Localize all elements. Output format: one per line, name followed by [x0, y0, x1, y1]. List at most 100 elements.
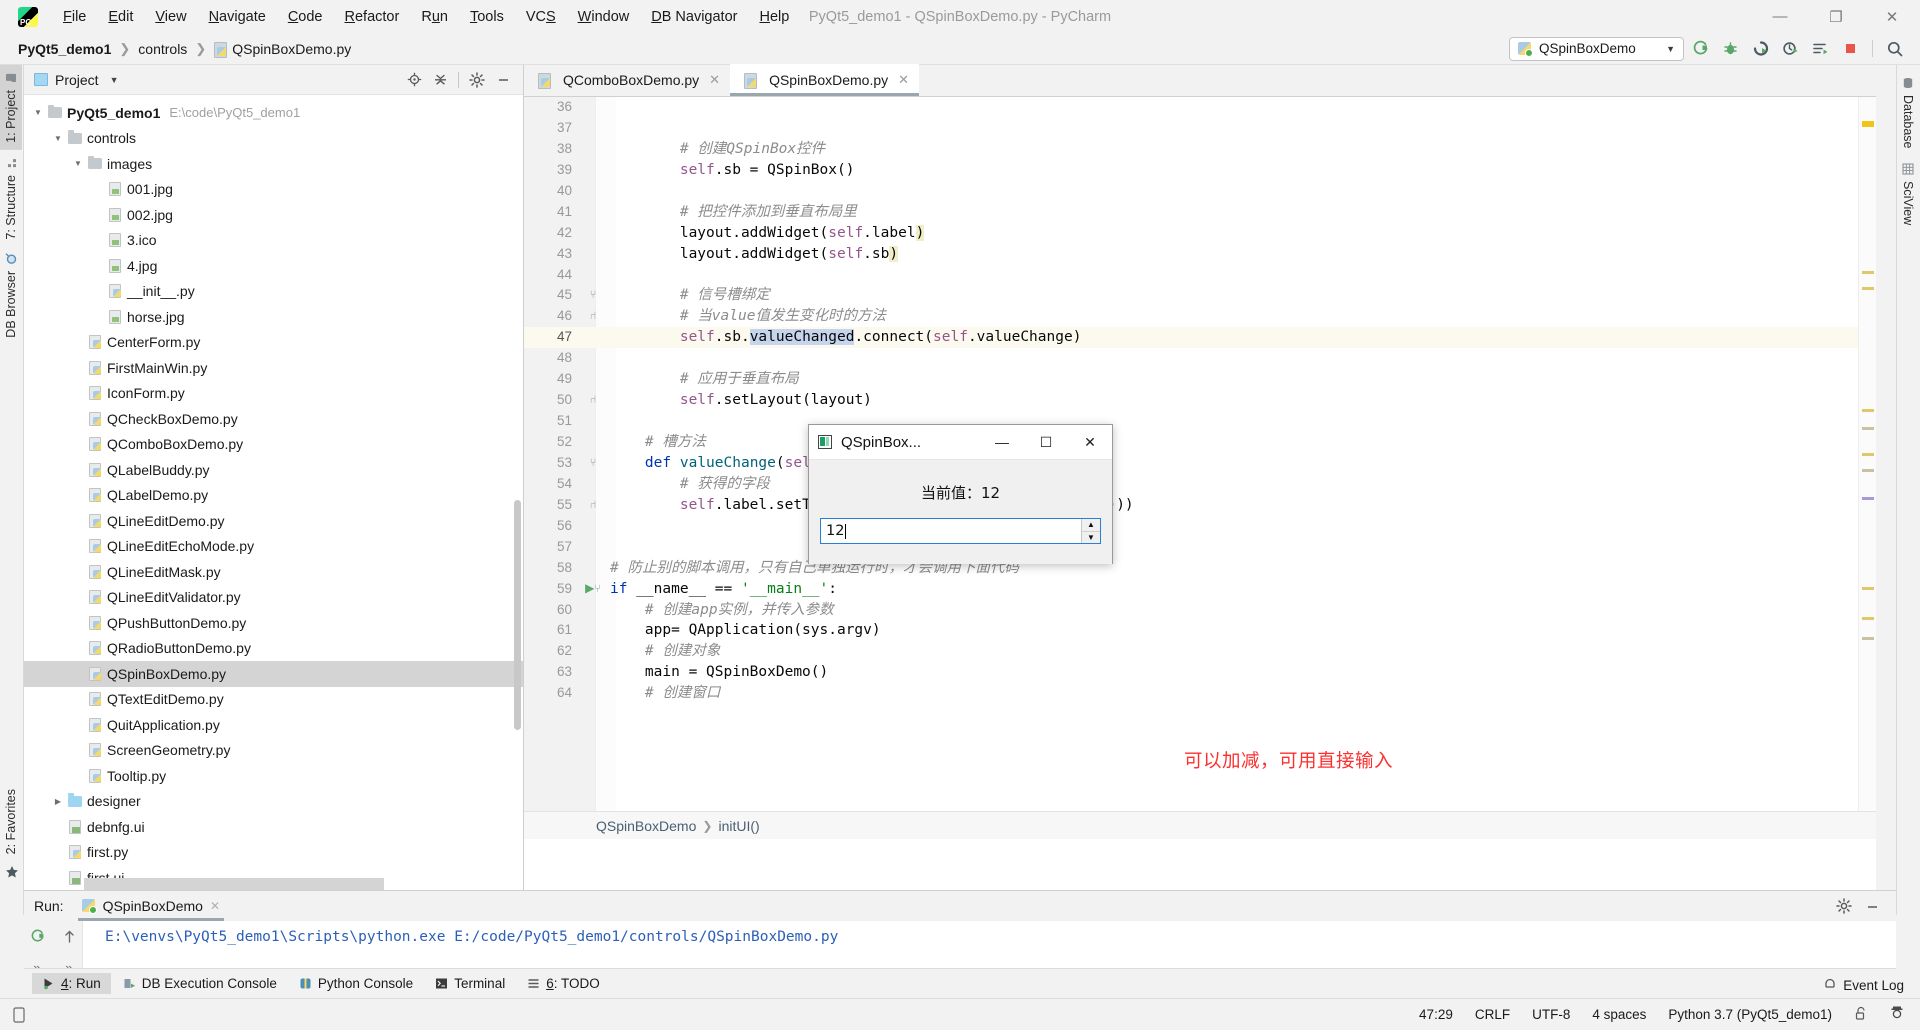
profile-button[interactable]	[1777, 36, 1804, 62]
maximize-restore-button[interactable]: ❐	[1808, 0, 1864, 33]
dialog-minimize-button[interactable]: —	[980, 425, 1024, 459]
tree-item-qlineeditdemo-py[interactable]: QLineEditDemo.py	[24, 508, 523, 534]
debug-button[interactable]	[1717, 36, 1744, 62]
sidebar-item-db-browser[interactable]: DB Browser	[0, 246, 22, 345]
tree-item-init-py[interactable]: __init__.py	[24, 279, 523, 305]
code-line-39[interactable]: 39 self.sb = QSpinBox()	[524, 160, 1876, 181]
inspector-icon[interactable]	[1890, 1005, 1904, 1024]
dialog-close-button[interactable]: ✕	[1068, 425, 1112, 459]
hide-panel-icon[interactable]	[1860, 894, 1884, 918]
phone-layout-icon[interactable]	[12, 1006, 26, 1023]
code-line-52[interactable]: 52 # 槽方法	[524, 432, 1876, 453]
menu-navigate[interactable]: Navigate	[198, 6, 277, 28]
code-editor[interactable]: 36 37 38 # 创建QSpinBox控件 39 self.sb = QSpinB…	[524, 97, 1876, 839]
breadcrumb-project[interactable]: PyQt5_demo1	[14, 39, 115, 59]
fold-marker[interactable]: ▶⑂	[582, 578, 604, 600]
breadcrumb-controls[interactable]: controls	[134, 39, 191, 59]
code-line-37[interactable]: 37	[524, 118, 1876, 139]
tree-item-qlabeldemo-py[interactable]: QLabelDemo.py	[24, 483, 523, 509]
tree-item-qlineeditechomode-py[interactable]: QLineEditEchoMode.py	[24, 534, 523, 560]
fold-marker[interactable]: ⑂	[582, 453, 604, 474]
code-line-62[interactable]: 62 # 创建对象	[524, 641, 1876, 662]
python-interpreter[interactable]: Python 3.7 (PyQt5_demo1)	[1668, 1007, 1832, 1022]
breadcrumb-class[interactable]: QSpinBoxDemo	[596, 818, 696, 834]
code-line-55[interactable]: 55⑁ self.label.setText('当前值: ' + str(sel…	[524, 495, 1876, 516]
tree-item-tooltip-py[interactable]: Tooltip.py	[24, 763, 523, 789]
menu-window[interactable]: Window	[567, 6, 641, 28]
sidebar-item-project[interactable]: 1: Project	[0, 65, 22, 150]
spinbox-down-icon[interactable]: ▼	[1082, 532, 1100, 544]
code-line-58[interactable]: 58 # 防止别的脚本调用，只有自己单独运行时，才会调用下面代码	[524, 558, 1876, 579]
tree-item-firstmainwin-py[interactable]: FirstMainWin.py	[24, 355, 523, 381]
tree-item-horse-jpg[interactable]: horse.jpg	[24, 304, 523, 330]
tree-item-qpushbuttondemo-py[interactable]: QPushButtonDemo.py	[24, 610, 523, 636]
menu-help[interactable]: Help	[748, 6, 800, 28]
tree-item-debnfg-ui[interactable]: debnfg.ui	[24, 814, 523, 840]
dialog-maximize-button[interactable]: ☐	[1024, 425, 1068, 459]
close-button[interactable]: ✕	[1864, 0, 1920, 33]
menu-file[interactable]: File	[52, 6, 97, 28]
code-line-59[interactable]: 59 ▶⑂ if __name__ == '__main__':	[524, 579, 1876, 600]
tree-item-iconform-py[interactable]: IconForm.py	[24, 381, 523, 407]
up-arrow-icon[interactable]	[58, 925, 80, 947]
tree-twisty-icon[interactable]: ▼	[30, 108, 46, 117]
rerun-button[interactable]	[1687, 36, 1714, 62]
project-panel-title[interactable]: Project ▼	[34, 72, 119, 88]
close-icon[interactable]: ✕	[898, 72, 909, 88]
close-icon[interactable]: ✕	[709, 72, 720, 88]
fold-marker[interactable]: ⑁	[582, 495, 604, 516]
star-icon[interactable]	[5, 865, 19, 879]
tree-item-images[interactable]: ▼ images	[24, 151, 523, 177]
gear-icon[interactable]	[1832, 894, 1856, 918]
code-line-45[interactable]: 45 ⑂ # 信号槽绑定	[524, 285, 1876, 306]
menu-run[interactable]: Run	[410, 6, 459, 28]
spinbox-up-icon[interactable]: ▲	[1082, 519, 1100, 532]
stop-button[interactable]	[1837, 36, 1864, 62]
close-icon[interactable]: ✕	[210, 899, 220, 913]
tree-item-first-py[interactable]: first.py	[24, 840, 523, 866]
coverage-button[interactable]	[1747, 36, 1774, 62]
sidebar-item-structure[interactable]: 7: Structure	[0, 150, 22, 247]
code-line-48[interactable]: 48	[524, 348, 1876, 369]
breadcrumb-file[interactable]: QSpinBoxDemo.py	[210, 39, 355, 59]
tree-item-screengeometry-py[interactable]: ScreenGeometry.py	[24, 738, 523, 764]
sidebar-item-sciview[interactable]: SciView	[1897, 156, 1919, 232]
tree-item-qradiobuttondemo-py[interactable]: QRadioButtonDemo.py	[24, 636, 523, 662]
menu-view[interactable]: View	[144, 6, 197, 28]
fold-marker[interactable]: ⑁	[582, 306, 604, 327]
event-log-button[interactable]: Event Log	[1823, 972, 1904, 998]
code-line-56[interactable]: 56	[524, 516, 1876, 537]
code-line-42[interactable]: 42 layout.addWidget(self.label)	[524, 223, 1876, 244]
search-icon[interactable]	[1881, 36, 1908, 62]
sidebar-item-database[interactable]: Database	[1897, 65, 1919, 156]
code-line-36[interactable]: 36	[524, 97, 1876, 118]
hide-panel-icon[interactable]	[491, 68, 515, 92]
tree-item-qlabelbuddy-py[interactable]: QLabelBuddy.py	[24, 457, 523, 483]
project-tree[interactable]: ▼ PyQt5_demo1 E:\code\PyQt5_demo1 ▼ controls…	[24, 95, 523, 890]
bottom-tab-db-execution-console[interactable]: DB Execution Console	[113, 973, 287, 994]
minimize-button[interactable]: —	[1752, 0, 1808, 33]
code-line-40[interactable]: 40	[524, 181, 1876, 202]
fold-marker[interactable]: ⑁	[582, 390, 604, 411]
tree-item-4-jpg[interactable]: 4.jpg	[24, 253, 523, 279]
tab-qspinboxdemo[interactable]: QSpinBoxDemo.py ✕	[730, 64, 920, 96]
menu-code[interactable]: Code	[277, 6, 334, 28]
tree-item-designer[interactable]: ▶ designer	[24, 789, 523, 815]
tree-item-qcheckboxdemo-py[interactable]: QCheckBoxDemo.py	[24, 406, 523, 432]
code-line-49[interactable]: 49 # 应用于垂直布局	[524, 369, 1876, 390]
code-line-54[interactable]: 54 # 获得的字段	[524, 474, 1876, 495]
code-line-53[interactable]: 53 ⑂ def valueChange(self):	[524, 453, 1876, 474]
qspinbox-demo-dialog[interactable]: QSpinBox... — ☐ ✕ 当前值：12 12 ▲ ▼	[808, 424, 1113, 564]
code-line-51[interactable]: 51	[524, 411, 1876, 432]
menu-refactor[interactable]: Refactor	[334, 6, 411, 28]
code-line-50[interactable]: 50 ⑁ self.setLayout(layout)	[524, 390, 1876, 411]
file-encoding[interactable]: UTF-8	[1532, 1007, 1570, 1022]
rerun-icon[interactable]	[26, 925, 48, 947]
menu-db-navigator[interactable]: DB Navigator	[640, 6, 748, 28]
tree-item-controls[interactable]: ▼ controls	[24, 126, 523, 152]
tree-twisty-icon[interactable]: ▶	[50, 797, 66, 806]
code-line-38[interactable]: 38 # 创建QSpinBox控件	[524, 139, 1876, 160]
fold-marker[interactable]: ⑂	[582, 285, 604, 306]
tree-item-002-jpg[interactable]: 002.jpg	[24, 202, 523, 228]
code-line-57[interactable]: 57	[524, 537, 1876, 558]
